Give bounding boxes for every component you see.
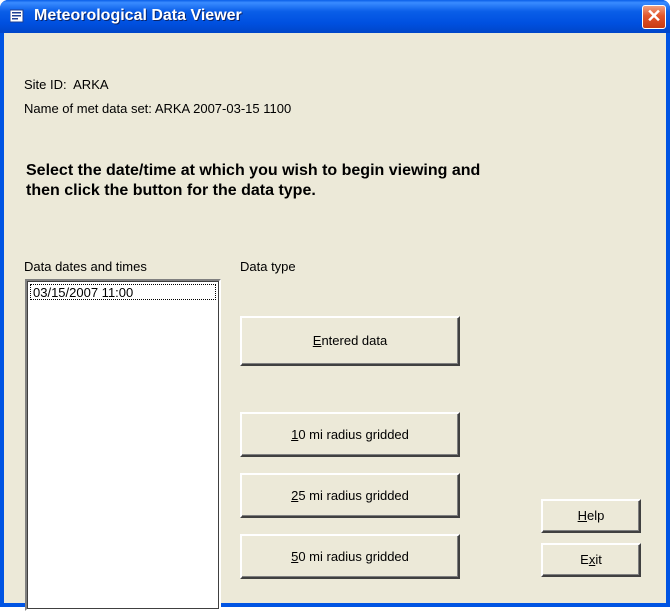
exit-button[interactable]: Exit bbox=[541, 543, 641, 577]
dialog-body: Site ID: ARKA Name of met data set: ARKA… bbox=[4, 33, 666, 611]
app-icon bbox=[10, 9, 24, 23]
list-header: Data dates and times bbox=[24, 259, 147, 274]
25-mi-gridded-button[interactable]: 25 mi radius gridded bbox=[240, 473, 460, 518]
site-id-row: Site ID: ARKA bbox=[24, 77, 109, 92]
data-type-header: Data type bbox=[240, 259, 296, 274]
help-button[interactable]: Help bbox=[541, 499, 641, 533]
dataset-name-row: Name of met data set: ARKA 2007-03-15 11… bbox=[24, 101, 291, 116]
list-item[interactable]: 03/15/2007 11:00 bbox=[30, 284, 216, 300]
dataset-name-value: ARKA 2007-03-15 1100 bbox=[154, 101, 292, 116]
site-id-value: ARKA bbox=[73, 77, 109, 92]
site-id-label: Site ID: bbox=[24, 77, 67, 92]
close-icon[interactable]: ✕ bbox=[642, 5, 666, 29]
entered-data-button[interactable]: Entered data bbox=[240, 316, 460, 366]
title-bar[interactable]: Meteorological Data Viewer ✕ bbox=[0, 0, 670, 33]
window-title: Meteorological Data Viewer bbox=[34, 7, 242, 24]
10-mi-gridded-button[interactable]: 10 mi radius gridded bbox=[240, 412, 460, 457]
meteorological-data-viewer-window: Meteorological Data Viewer ✕ Site ID: AR… bbox=[0, 0, 670, 611]
50-mi-gridded-button[interactable]: 50 mi radius gridded bbox=[240, 534, 460, 579]
instructions-text: Select the date/time at which you wish t… bbox=[26, 162, 481, 199]
dataset-name-label: Name of met data set: bbox=[24, 101, 152, 116]
date-time-listbox[interactable]: 03/15/2007 11:00 bbox=[25, 279, 221, 611]
